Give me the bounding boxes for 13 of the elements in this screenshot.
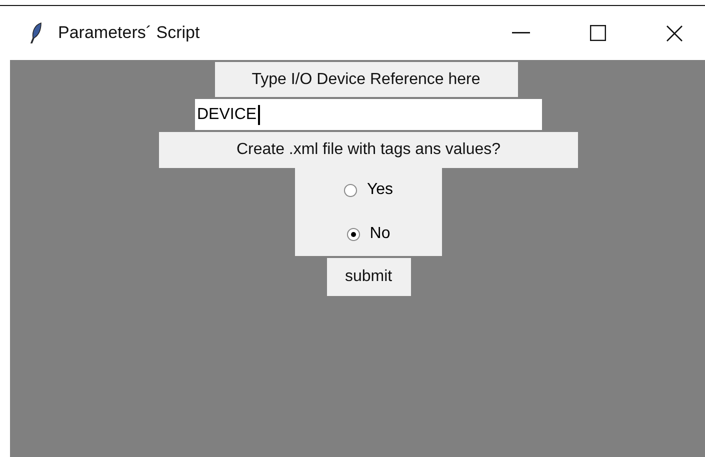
feather-icon <box>30 22 42 44</box>
prompt-label: Type I/O Device Reference here <box>214 62 518 97</box>
radio-option[interactable]: Yes <box>295 168 442 212</box>
device-input-field[interactable]: DEVICE <box>195 99 542 130</box>
window-title: Parameters´ Script <box>58 23 200 43</box>
radio-icon[interactable] <box>346 228 360 240</box>
maximize-icon[interactable] <box>590 25 606 41</box>
close-icon[interactable] <box>666 24 683 42</box>
radio-icon[interactable] <box>344 184 357 196</box>
minimize-icon[interactable] <box>512 32 530 34</box>
question-label: Create .xml file with tags ans values? <box>159 132 578 168</box>
radio-option[interactable]: No <box>295 212 442 256</box>
submit-button[interactable]: submit <box>326 258 410 296</box>
